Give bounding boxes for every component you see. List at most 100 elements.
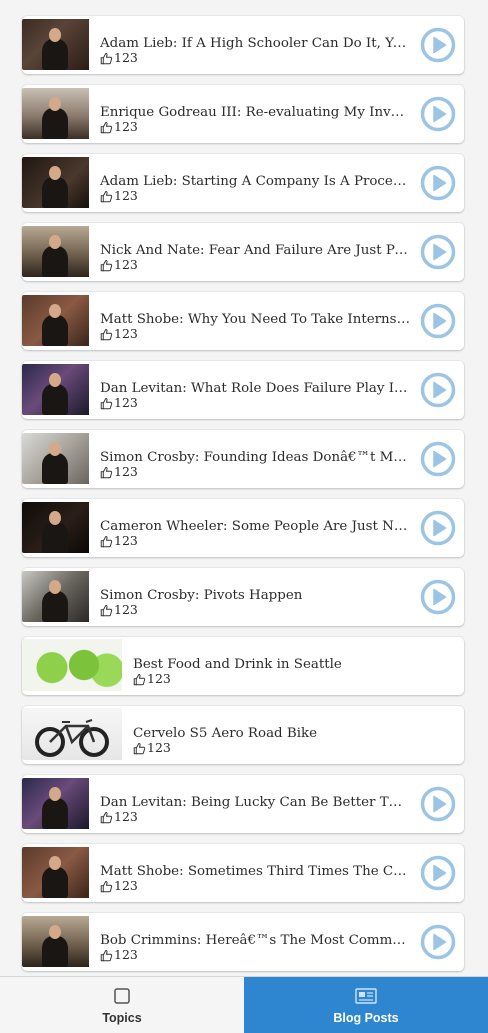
person-face (49, 373, 61, 387)
video-thumbnail[interactable] (22, 157, 89, 208)
thumbs-up-icon (100, 535, 113, 547)
play-circle-icon (420, 786, 456, 822)
item-title[interactable]: Dan Levitan: What Role Does Failure Play… (100, 381, 410, 397)
like-count: 123 (100, 189, 138, 203)
tab-topics[interactable]: Topics (0, 977, 244, 1033)
play-button[interactable] (420, 441, 456, 477)
item-title[interactable]: Matt Shobe: Sometimes Third Times The Ch… (100, 864, 410, 880)
feed-card[interactable]: Matt Shobe: Why You Need To Take Interns… (22, 292, 464, 350)
play-button[interactable] (420, 303, 456, 339)
like-count: 123 (100, 51, 138, 65)
play-circle-icon (420, 165, 456, 201)
thumbs-up-icon (133, 673, 146, 685)
feed-card[interactable]: Adam Lieb: If A High Schooler Can Do It,… (22, 16, 464, 74)
like-count: 123 (100, 534, 138, 548)
like-count-value: 123 (114, 602, 138, 617)
play-circle-icon (420, 234, 456, 270)
play-button[interactable] (420, 579, 456, 615)
video-thumbnail[interactable] (22, 19, 89, 70)
video-thumbnail[interactable] (22, 502, 89, 553)
feed-card[interactable]: Nick And Nate: Fear And Failure Are Just… (22, 223, 464, 281)
bicycle-icon (35, 719, 109, 757)
like-count: 123 (100, 258, 138, 272)
feed-card[interactable]: Simon Crosby: Founding Ideas Donâ€™t Mak… (22, 430, 464, 488)
feed-card[interactable]: Cameron Wheeler: Some People Are Just No… (22, 499, 464, 557)
feed-card[interactable]: Dan Levitan: Being Lucky Can Be Better T… (22, 775, 464, 833)
video-thumbnail[interactable] (22, 571, 89, 622)
play-button[interactable] (420, 372, 456, 408)
item-title[interactable]: Adam Lieb: Starting A Company Is A Proce… (100, 174, 410, 190)
video-thumbnail[interactable] (22, 364, 89, 415)
feed-card[interactable]: Bob Crimmins: Hereâ€™s The Most Common F… (22, 913, 464, 971)
person-figure (42, 867, 68, 898)
feed-card[interactable]: Cervelo S5 Aero Road Bike 123 (22, 706, 464, 764)
play-button[interactable] (420, 96, 456, 132)
person-face (49, 511, 61, 525)
feed-list[interactable]: Adam Lieb: If A High Schooler Can Do It,… (0, 0, 488, 976)
item-title[interactable]: Cameron Wheeler: Some People Are Just No… (100, 519, 410, 535)
feed-card[interactable]: Dan Levitan: What Role Does Failure Play… (22, 361, 464, 419)
like-count: 123 (133, 672, 171, 686)
person-face (49, 925, 61, 939)
play-button[interactable] (420, 855, 456, 891)
post-thumbnail[interactable] (22, 639, 122, 691)
thumbs-up-icon (100, 811, 113, 823)
like-count-value: 123 (114, 878, 138, 893)
play-button[interactable] (420, 234, 456, 270)
item-title[interactable]: Bob Crimmins: Hereâ€™s The Most Common F… (100, 933, 410, 949)
person-face (49, 304, 61, 318)
feed-card[interactable]: Simon Crosby: Pivots Happen 123 (22, 568, 464, 626)
like-count: 123 (100, 810, 138, 824)
play-circle-icon (420, 441, 456, 477)
person-face (49, 856, 61, 870)
video-thumbnail[interactable] (22, 88, 89, 139)
play-button[interactable] (420, 27, 456, 63)
like-count: 123 (100, 465, 138, 479)
newspaper-icon (355, 988, 377, 1004)
feed-card[interactable]: Best Food and Drink in Seattle 123 (22, 637, 464, 695)
tab-blog-posts[interactable]: Blog Posts (244, 977, 488, 1033)
video-thumbnail[interactable] (22, 847, 89, 898)
like-count: 123 (100, 396, 138, 410)
play-button[interactable] (420, 924, 456, 960)
like-count-value: 123 (147, 740, 171, 755)
feed-card[interactable]: Adam Lieb: Starting A Company Is A Proce… (22, 154, 464, 212)
video-thumbnail[interactable] (22, 295, 89, 346)
item-title[interactable]: Nick And Nate: Fear And Failure Are Just… (100, 243, 410, 259)
thumbs-up-icon (100, 52, 113, 64)
thumbs-up-icon (100, 880, 113, 892)
tab-topics-label: Topics (102, 1011, 142, 1025)
play-button[interactable] (420, 510, 456, 546)
post-thumbnail[interactable] (22, 708, 122, 760)
video-thumbnail[interactable] (22, 226, 89, 277)
person-figure (42, 384, 68, 415)
item-title[interactable]: Best Food and Drink in Seattle (133, 657, 453, 673)
item-title[interactable]: Simon Crosby: Founding Ideas Donâ€™t Mak… (100, 450, 410, 466)
video-thumbnail[interactable] (22, 433, 89, 484)
thumbs-up-icon (100, 949, 113, 961)
like-count: 123 (100, 120, 138, 134)
tab-blog-posts-label: Blog Posts (333, 1011, 399, 1025)
play-button[interactable] (420, 165, 456, 201)
video-thumbnail[interactable] (22, 916, 89, 967)
item-title[interactable]: Adam Lieb: If A High Schooler Can Do It,… (100, 36, 410, 52)
thumbs-up-icon (100, 604, 113, 616)
square-icon (114, 988, 130, 1004)
feed-card[interactable]: Matt Shobe: Sometimes Third Times The Ch… (22, 844, 464, 902)
person-face (49, 442, 61, 456)
like-count-value: 123 (114, 188, 138, 203)
item-title[interactable]: Simon Crosby: Pivots Happen (100, 588, 410, 604)
person-face (49, 97, 61, 111)
feed-card[interactable]: Enrique Godreau III: Re-evaluating My In… (22, 85, 464, 143)
item-title[interactable]: Cervelo S5 Aero Road Bike (133, 726, 453, 742)
play-button[interactable] (420, 786, 456, 822)
item-title[interactable]: Dan Levitan: Being Lucky Can Be Better T… (100, 795, 410, 811)
tab-bar: Topics Blog Posts (0, 976, 488, 1033)
like-count: 123 (100, 879, 138, 893)
item-title[interactable]: Enrique Godreau III: Re-evaluating My In… (100, 105, 410, 121)
video-thumbnail[interactable] (22, 778, 89, 829)
person-figure (42, 39, 68, 70)
item-title[interactable]: Matt Shobe: Why You Need To Take Interns… (100, 312, 410, 328)
person-face (49, 166, 61, 180)
thumbs-up-icon (133, 742, 146, 754)
